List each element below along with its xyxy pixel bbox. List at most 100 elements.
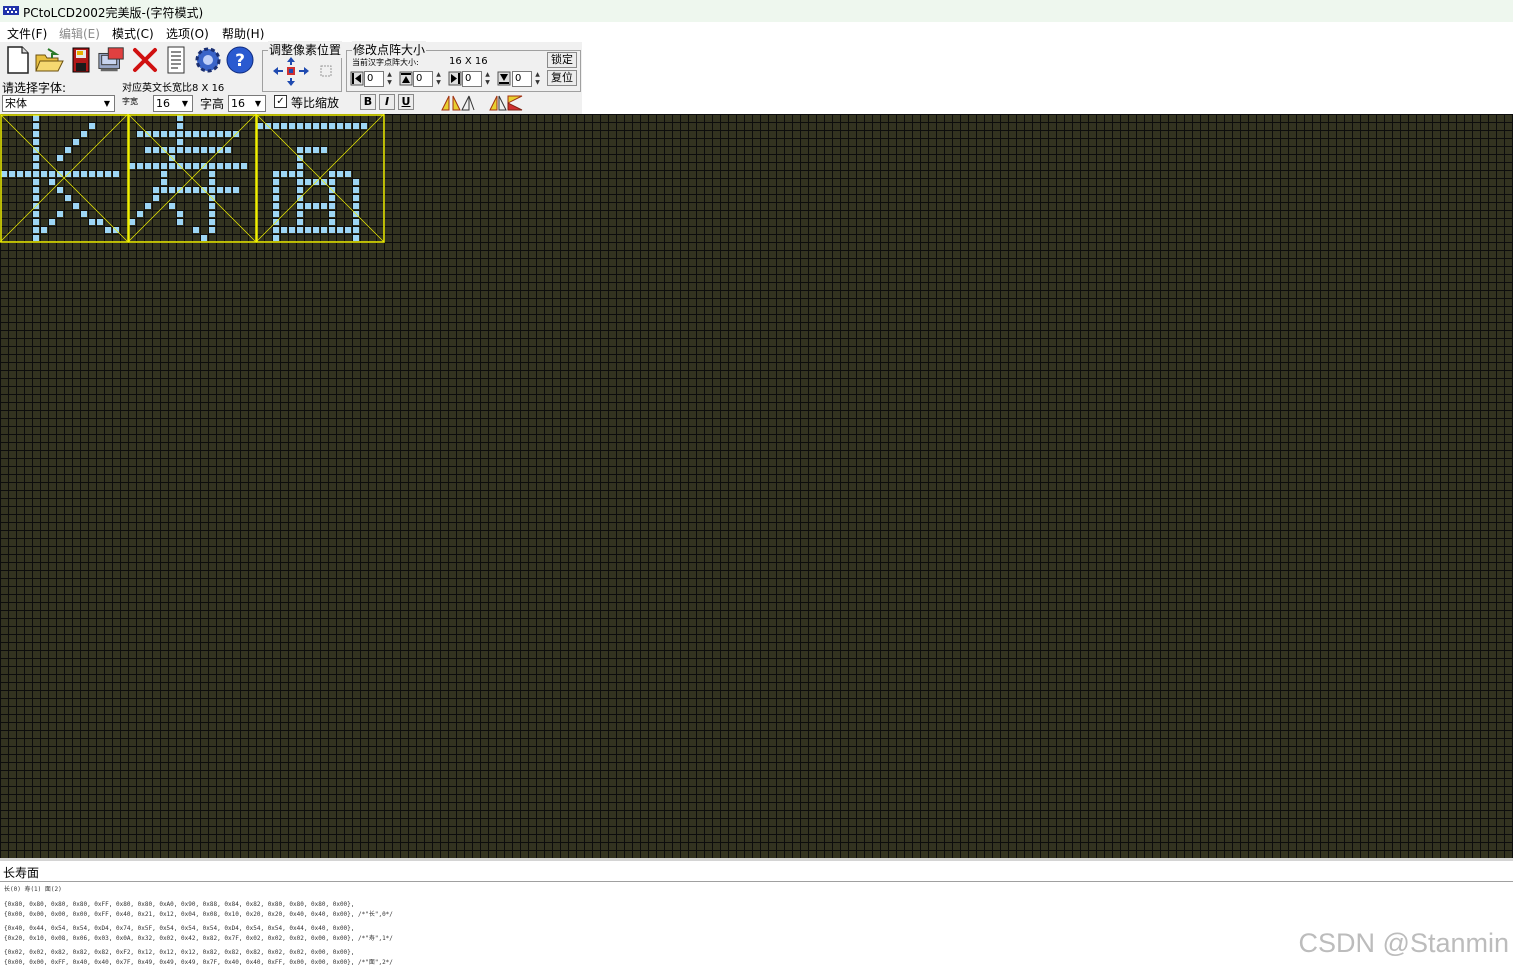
lit-pixel	[273, 211, 279, 217]
lit-pixel	[225, 147, 231, 153]
lit-pixel	[321, 123, 327, 129]
center-icon[interactable]	[285, 66, 297, 76]
character-glyphs[interactable]	[0, 114, 400, 254]
lit-pixel	[185, 163, 191, 169]
save-icon	[72, 47, 90, 73]
output-index-line: 长(0) 寿(1) 面(2)	[4, 886, 62, 893]
settings-button[interactable]	[193, 44, 223, 76]
lit-pixel	[161, 171, 167, 177]
top-offset-spin[interactable]: 0	[413, 71, 433, 87]
move-up-icon[interactable]	[285, 56, 297, 66]
lit-pixel	[137, 163, 143, 169]
bold-button[interactable]: B	[360, 94, 376, 110]
font-width-select[interactable]: 16 ▼	[153, 95, 193, 112]
lit-pixel	[353, 187, 359, 193]
lit-pixel	[185, 187, 191, 193]
text-input[interactable]: 长寿面	[3, 864, 39, 881]
lit-pixel	[49, 219, 55, 225]
open-file-button[interactable]	[34, 44, 64, 76]
proportional-checkbox[interactable]: ✓	[274, 95, 287, 108]
menu-help[interactable]: 帮助(H)	[222, 25, 264, 42]
menu-mode[interactable]: 模式(C)	[112, 25, 154, 42]
lit-pixel	[233, 187, 239, 193]
font-select-value: 宋体	[5, 97, 27, 110]
lit-pixel	[177, 219, 183, 225]
mirror-vertical-icon[interactable]	[488, 94, 524, 112]
menu-options[interactable]: 选项(O)	[166, 25, 209, 42]
lit-pixel	[33, 235, 39, 241]
new-file-button[interactable]	[3, 44, 33, 76]
help-button[interactable]: ?	[225, 44, 255, 76]
chevron-down-icon: ▼	[181, 99, 189, 108]
move-left-icon[interactable]	[272, 66, 284, 76]
shrink-left-icon[interactable]	[350, 71, 364, 86]
output-line: {0x00, 0x00, 0xFF, 0x40, 0x40, 0x7F, 0x4…	[4, 959, 393, 966]
output-line: {0x80, 0x80, 0x80, 0x80, 0xFF, 0x80, 0x8…	[4, 901, 355, 908]
chevron-down-icon: ▼	[254, 99, 262, 108]
lit-pixel	[273, 187, 279, 193]
lit-pixel	[145, 203, 151, 209]
move-right-icon[interactable]	[298, 66, 310, 76]
lit-pixel	[57, 211, 63, 217]
left-offset-arrows[interactable]: ▲ ▼	[385, 71, 394, 87]
mirror-horizontal-icon[interactable]	[440, 94, 476, 112]
menu-file[interactable]: 文件(F)	[7, 25, 47, 42]
shrink-right-icon[interactable]	[448, 71, 462, 86]
right-offset-arrows[interactable]: ▲ ▼	[483, 71, 492, 87]
lit-pixel	[169, 147, 175, 153]
lit-pixel	[177, 123, 183, 129]
lit-pixel	[81, 171, 87, 177]
document-icon	[167, 46, 185, 74]
lit-pixel	[241, 163, 247, 169]
lit-pixel	[329, 227, 335, 233]
reset-button[interactable]: 复位	[547, 70, 577, 86]
lit-pixel	[257, 123, 263, 129]
lit-pixel	[209, 171, 215, 177]
lock-button[interactable]: 锁定	[547, 52, 577, 68]
dot-matrix-canvas[interactable]	[0, 114, 1513, 858]
move-down-icon[interactable]	[285, 77, 297, 87]
generate-button[interactable]	[97, 44, 127, 76]
document-button[interactable]	[161, 44, 191, 76]
delete-button[interactable]	[130, 44, 160, 76]
text-input-bar[interactable]: 长寿面	[0, 861, 1513, 882]
lit-pixel	[305, 123, 311, 129]
font-select-label: 请选择字体:	[2, 81, 67, 95]
app-icon	[3, 6, 19, 15]
lit-pixel	[177, 139, 183, 145]
lit-pixel	[329, 123, 335, 129]
font-width-label: 字宽	[122, 97, 138, 106]
lit-pixel	[193, 131, 199, 137]
font-height-select[interactable]: 16 ▼	[228, 95, 266, 112]
lit-pixel	[353, 195, 359, 201]
lit-pixel	[209, 187, 215, 193]
clear-icon[interactable]	[319, 64, 333, 78]
lit-pixel	[217, 187, 223, 193]
shrink-top-icon[interactable]	[399, 71, 413, 86]
lit-pixel	[209, 179, 215, 185]
bottom-offset-arrows[interactable]: ▲ ▼	[533, 71, 542, 87]
gear-icon	[195, 47, 221, 73]
lit-pixel	[1, 171, 7, 177]
lit-pixel	[297, 171, 303, 177]
lit-pixel	[297, 219, 303, 225]
title-bar: PCtoLCD2002完美版-(字符模式)	[0, 0, 1513, 22]
font-select[interactable]: 宋体 ▼	[2, 95, 115, 112]
italic-button[interactable]: I	[379, 94, 395, 110]
lit-pixel	[337, 227, 343, 233]
output-code-area[interactable]: 长(0) 寿(1) 面(2) {0x80, 0x80, 0x80, 0x80, …	[0, 882, 1513, 973]
lit-pixel	[73, 139, 79, 145]
window-title: PCtoLCD2002完美版-(字符模式)	[23, 6, 204, 20]
save-button[interactable]	[66, 44, 96, 76]
top-offset-arrows[interactable]: ▲ ▼	[434, 71, 443, 87]
left-offset-spin[interactable]: 0	[364, 71, 384, 87]
underline-button[interactable]: U	[398, 94, 414, 110]
bottom-offset-spin[interactable]: 0	[512, 71, 532, 87]
lit-pixel	[153, 131, 159, 137]
right-offset-spin[interactable]: 0	[462, 71, 482, 87]
lit-pixel	[129, 219, 135, 225]
lit-pixel	[33, 179, 39, 185]
shrink-bottom-icon[interactable]	[497, 71, 511, 86]
lit-pixel	[145, 147, 151, 153]
menu-edit[interactable]: 编辑(E)	[59, 25, 100, 42]
